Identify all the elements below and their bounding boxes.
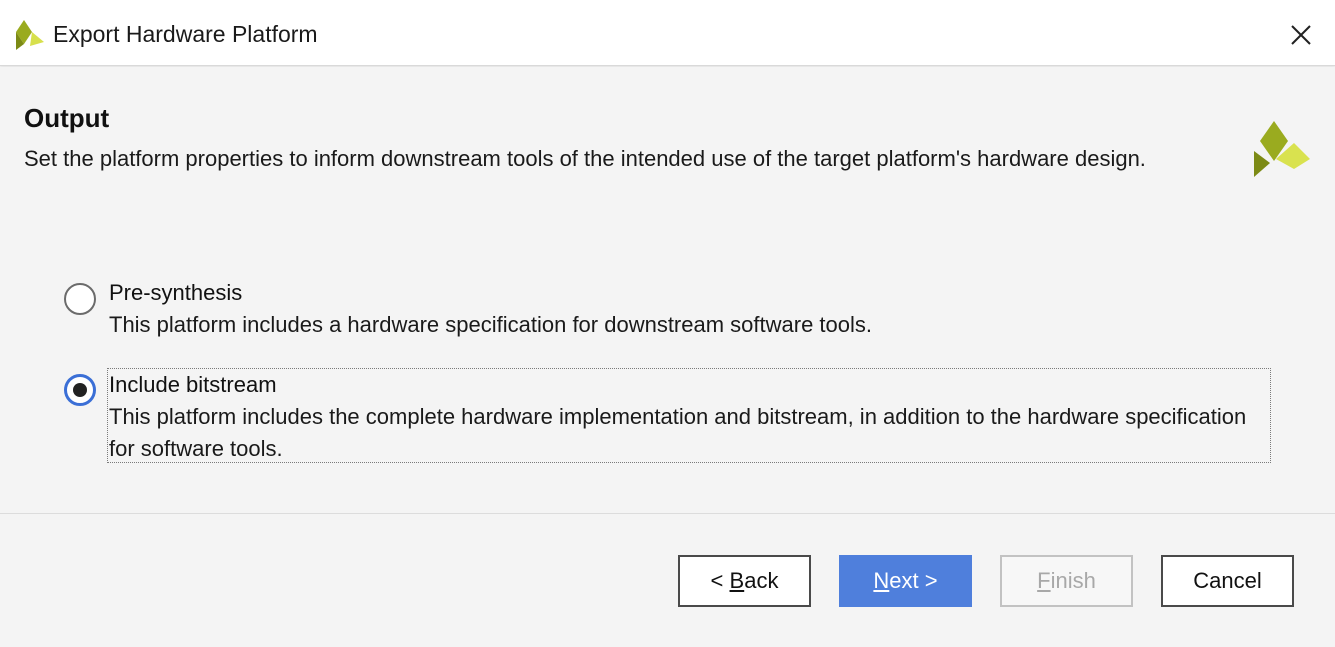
xilinx-logo-icon <box>16 20 44 50</box>
brand-logo-icon <box>1254 121 1310 177</box>
close-icon <box>1291 25 1311 45</box>
window-title: Export Hardware Platform <box>53 21 318 47</box>
include-bitstream-radio[interactable] <box>64 374 96 406</box>
cancel-button[interactable]: Cancel <box>1161 555 1294 607</box>
include-bitstream-label[interactable]: Include bitstream <box>109 372 277 398</box>
next-button[interactable]: Next > <box>839 555 972 607</box>
page-heading: Output <box>24 103 110 133</box>
back-label: ack <box>744 568 779 593</box>
title-bar: Export Hardware Platform <box>0 0 1335 66</box>
wizard-content: Output Set the platform properties to in… <box>0 67 1335 513</box>
pre-synthesis-radio[interactable] <box>64 283 96 315</box>
button-bar: < Back Next > Finish Cancel <box>0 513 1335 647</box>
finish-label: inish <box>1050 568 1096 593</box>
next-label: ext > <box>889 568 938 593</box>
back-button[interactable]: < Back <box>678 555 811 607</box>
back-prefix: < <box>710 568 730 593</box>
next-mnemonic: N <box>873 568 890 593</box>
finish-mnemonic: F <box>1037 568 1051 593</box>
finish-button[interactable]: Finish <box>1000 555 1133 607</box>
back-mnemonic: B <box>729 568 745 593</box>
pre-synthesis-description: This platform includes a hardware specif… <box>109 312 873 337</box>
include-bitstream-description: This platform includes the complete hard… <box>109 404 1247 461</box>
pre-synthesis-label[interactable]: Pre-synthesis <box>109 280 242 306</box>
page-description: Set the platform properties to inform do… <box>24 146 1146 171</box>
close-button[interactable] <box>1280 14 1322 56</box>
